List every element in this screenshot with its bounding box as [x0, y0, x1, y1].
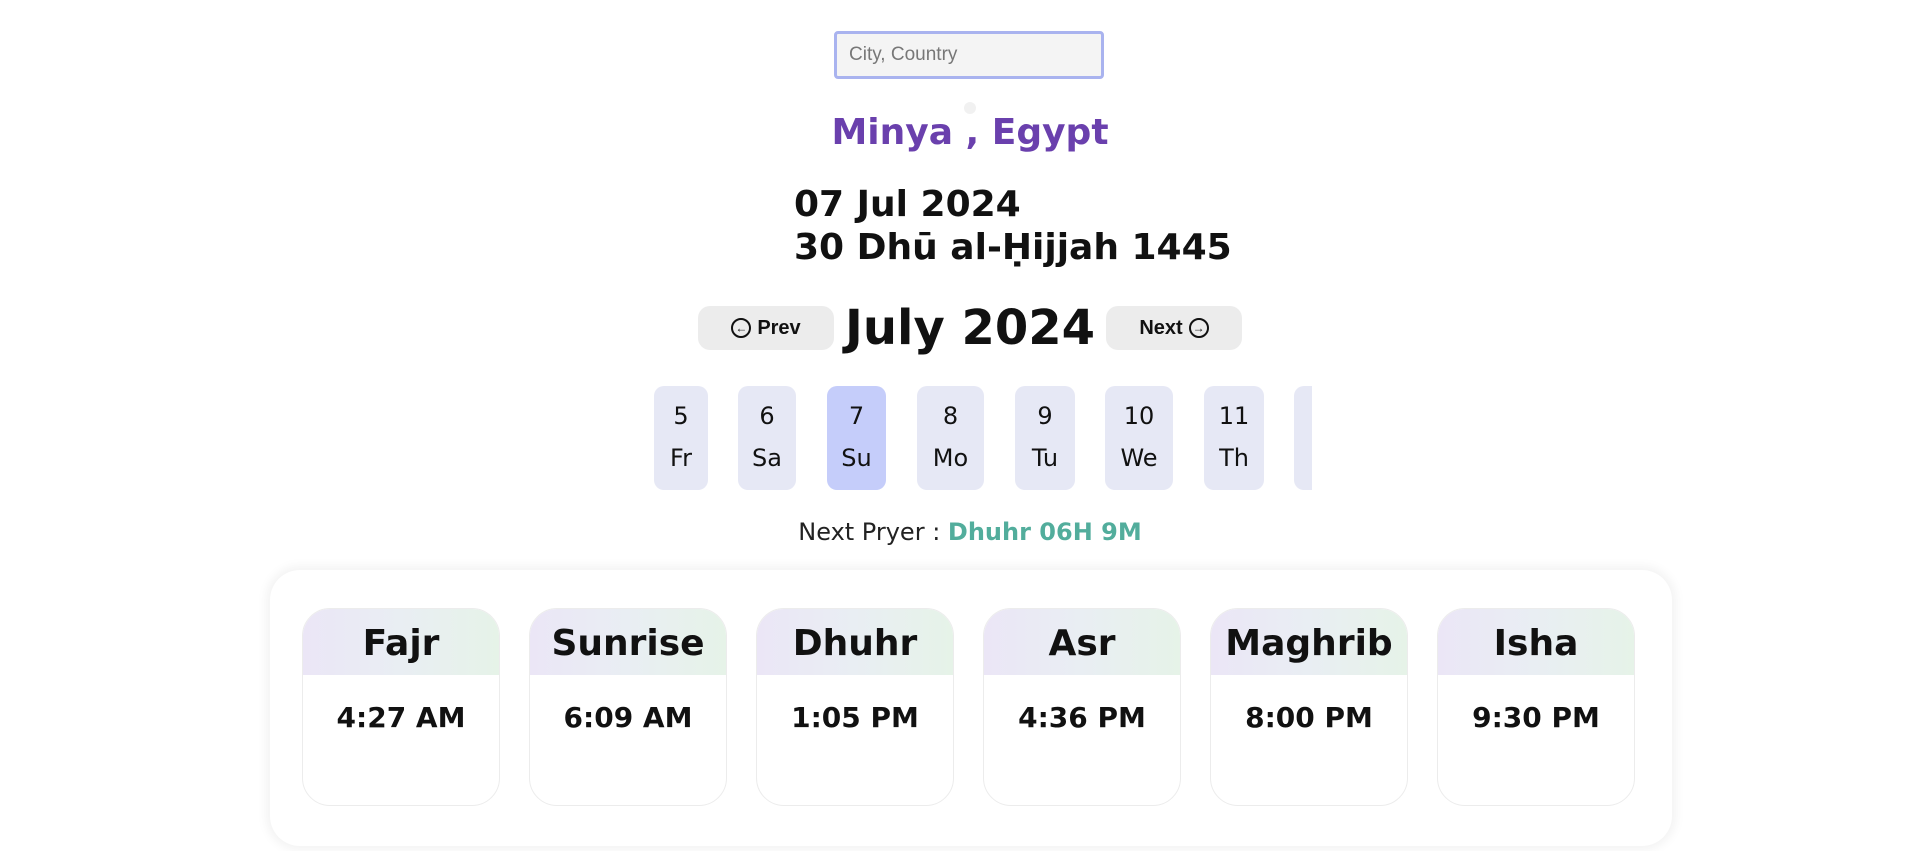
day-number: 10 [1123, 402, 1155, 430]
day-number: 7 [848, 402, 865, 430]
day-weekday: Sa [752, 444, 782, 472]
prayer-card-asr: Asr 4:36 PM [983, 608, 1181, 806]
prayer-card-fajr: Fajr 4:27 AM [302, 608, 500, 806]
day-item[interactable]: 8 Mo [917, 386, 984, 490]
day-item[interactable]: 5 Fr [654, 386, 708, 490]
day-number: 8 [942, 402, 959, 430]
next-prayer-line: Next Pryer : Dhuhr 06H 9M [0, 518, 1920, 546]
day-weekday: Mo [932, 444, 969, 472]
day-item[interactable] [1294, 386, 1312, 490]
next-month-button[interactable]: Next → [1106, 306, 1242, 350]
day-weekday: We [1120, 444, 1158, 472]
prayer-time: 4:36 PM [1018, 701, 1146, 734]
prayer-name: Fajr [303, 609, 499, 675]
prayer-time: 9:30 PM [1472, 701, 1600, 734]
prayer-name: Isha [1438, 609, 1634, 675]
day-weekday: Su [841, 444, 872, 472]
arrow-circle-right-icon: → [1188, 318, 1209, 338]
day-weekday: Fr [670, 444, 692, 472]
prayer-time: 6:09 AM [563, 701, 693, 734]
day-number: 11 [1218, 402, 1250, 430]
page: Minya , Egypt 07 Jul 2024 30 Dhū al-Ḥijj… [0, 0, 1920, 851]
prayer-name: Maghrib [1211, 609, 1407, 675]
prayer-card-isha: Isha 9:30 PM [1437, 608, 1635, 806]
location-title: Minya , Egypt [831, 112, 1109, 153]
next-prayer-value: Dhuhr 06H 9M [947, 518, 1142, 546]
prayer-time: 1:05 PM [791, 701, 919, 734]
day-strip[interactable]: 5 Fr 6 Sa 7 Su 8 Mo 9 Tu 10 We 11 Th [654, 386, 1312, 490]
day-item[interactable]: 9 Tu [1015, 386, 1075, 490]
day-number: 5 [673, 402, 689, 430]
prayer-time: 4:27 AM [336, 701, 466, 734]
day-item-selected[interactable]: 7 Su [827, 386, 886, 490]
search-wrapper [834, 31, 1104, 79]
prayer-card-maghrib: Maghrib 8:00 PM [1210, 608, 1408, 806]
day-number: 6 [759, 402, 775, 430]
dates-block: 07 Jul 2024 30 Dhū al-Ḥijjah 1445 [794, 183, 1232, 269]
gregorian-date: 07 Jul 2024 [794, 184, 1021, 225]
prayer-card-dhuhr: Dhuhr 1:05 PM [756, 608, 954, 806]
prayer-name: Asr [984, 609, 1180, 675]
prayer-name: Dhuhr [757, 609, 953, 675]
prayer-time: 8:00 PM [1245, 701, 1373, 734]
day-weekday: Th [1219, 444, 1249, 472]
day-item[interactable]: 10 We [1105, 386, 1173, 490]
prayer-card-sunrise: Sunrise 6:09 AM [529, 608, 727, 806]
city-search-input[interactable] [834, 31, 1104, 79]
day-weekday: Tu [1031, 444, 1059, 472]
next-label: Next [1139, 316, 1183, 339]
prayer-name: Sunrise [530, 609, 726, 675]
hijri-date: 30 Dhū al-Ḥijjah 1445 [794, 227, 1232, 268]
day-item[interactable]: 11 Th [1204, 386, 1264, 490]
month-title: July 2024 [844, 300, 1096, 356]
day-number: 9 [1037, 402, 1053, 430]
day-item[interactable]: 6 Sa [738, 386, 796, 490]
next-prayer-label: Next Pryer : [798, 518, 941, 546]
